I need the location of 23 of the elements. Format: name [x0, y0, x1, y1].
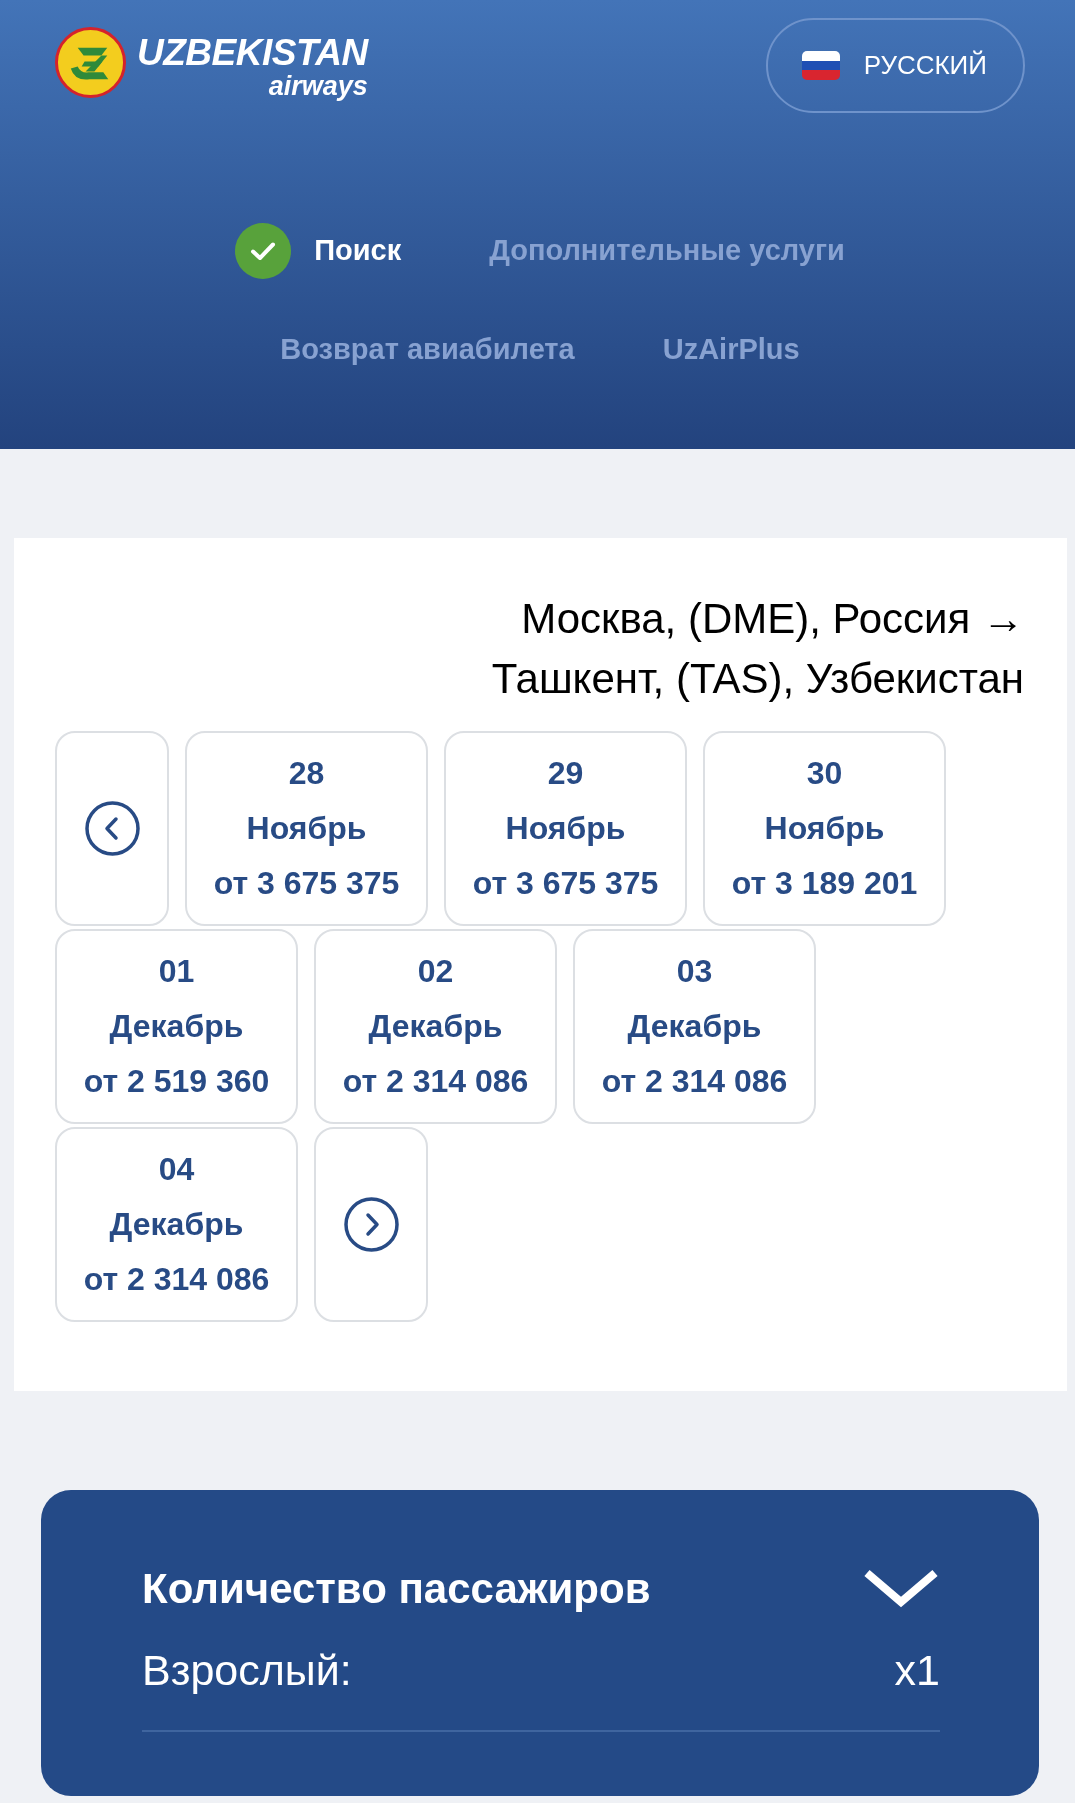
date-option[interactable]: 28 Ноябрь от 3 675 375 — [185, 731, 428, 926]
previous-dates-button[interactable] — [55, 731, 169, 926]
chevron-down-icon[interactable] — [862, 1568, 940, 1608]
logo-wordmark: UZBEKISTAN — [137, 34, 368, 72]
passengers-title: Количество пассажиров — [142, 1563, 651, 1614]
chevron-left-circle-icon — [84, 801, 140, 856]
passenger-type-label: Взрослый: — [142, 1644, 352, 1696]
next-dates-button[interactable] — [314, 1127, 428, 1322]
date-option[interactable]: 29 Ноябрь от 3 675 375 — [444, 731, 687, 926]
language-button[interactable]: РУССКИЙ — [765, 18, 1025, 113]
date-option[interactable]: 03 Декабрь от 2 314 086 — [573, 929, 816, 1124]
check-circle-icon — [235, 223, 292, 279]
chevron-right-circle-icon — [343, 1197, 399, 1252]
route-text: Москва, (DME), Россия → Ташкент, (TAS), Узбекистан — [490, 594, 1024, 704]
flag-icon — [801, 51, 840, 80]
date-option[interactable]: 30 Ноябрь от 3 189 201 — [703, 731, 946, 926]
date-option[interactable]: 01 Декабрь от 2 519 360 — [55, 929, 298, 1124]
passenger-count: x1 — [894, 1644, 940, 1696]
date-option[interactable]: 04 Декабрь от 2 314 086 — [55, 1127, 298, 1322]
logo-emblem-icon — [55, 27, 126, 98]
nav-tab[interactable]: Поиск — [235, 223, 402, 279]
date-option[interactable]: 02 Декабрь от 2 314 086 — [314, 929, 557, 1124]
logo-tagline: airways — [268, 72, 368, 100]
